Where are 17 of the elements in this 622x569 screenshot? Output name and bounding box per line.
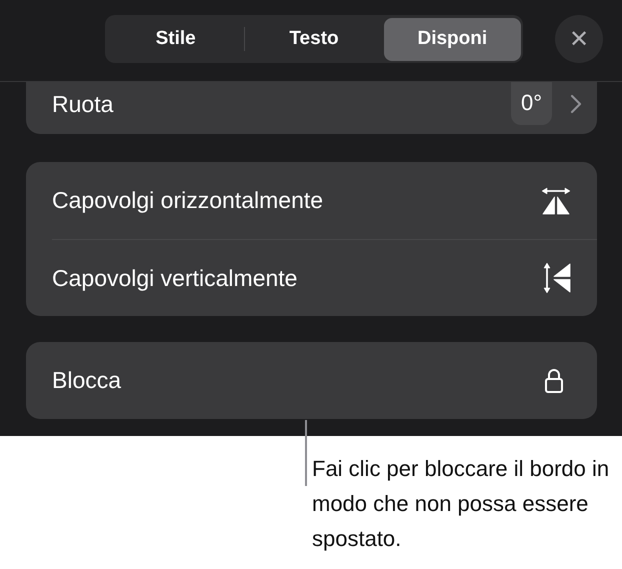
lock-row[interactable]: Blocca: [26, 342, 597, 419]
close-button[interactable]: ✕: [555, 15, 603, 63]
callout-text: Fai clic per bloccare il bordo in modo che non possa essere spostato.: [312, 455, 610, 553]
leader-line: [305, 420, 307, 486]
tab[interactable]: Testo: [245, 18, 383, 60]
tab[interactable]: Stile: [107, 18, 244, 60]
chevron-icon: [570, 94, 582, 114]
lock-icon: [544, 368, 564, 394]
rotate-row[interactable]: Ruota 0°: [26, 82, 597, 134]
flip-vertical-icon[interactable]: [542, 262, 572, 294]
rotation-value[interactable]: 0°: [510, 81, 552, 125]
row-label: Ruota: [52, 90, 114, 118]
tab[interactable]: Disponi: [384, 18, 521, 60]
row-label[interactable]: Capovolgi verticalmente: [52, 264, 298, 292]
row-label[interactable]: Capovolgi orizzontalmente: [52, 187, 324, 214]
row-label: Blocca: [52, 367, 122, 394]
flip-horizontal-icon[interactable]: [540, 186, 572, 214]
